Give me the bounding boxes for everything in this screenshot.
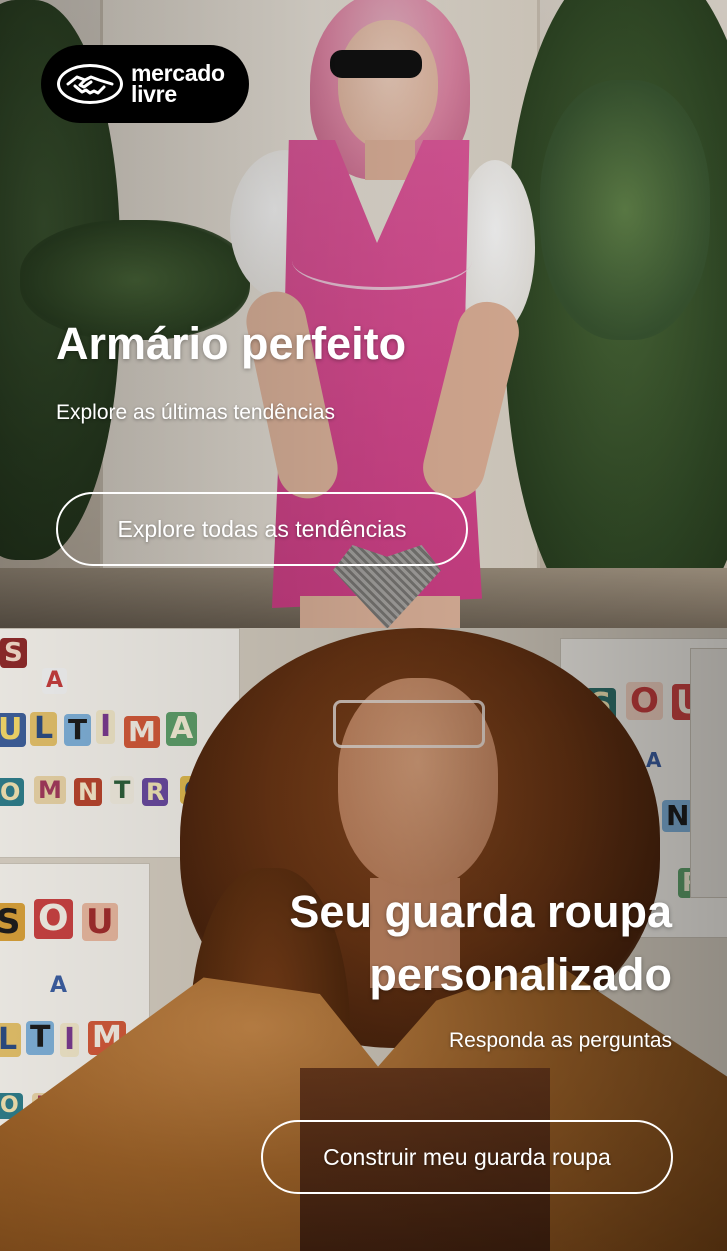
explore-trends-button[interactable]: Explore todas as tendências (56, 492, 468, 566)
logo-wordmark-line2: livre (131, 81, 177, 107)
logo-wordmark: mercado livre (131, 62, 225, 107)
banner-title-perfect-closet: Armário perfeito (56, 318, 407, 369)
banner-title-line1: Seu guarda roupa (289, 886, 672, 937)
banner-subtitle-trends: Explore as últimas tendências (56, 401, 335, 424)
banner-title-line2: personalizado (369, 949, 672, 1000)
banner-subtitle-questions: Responda as perguntas (449, 1029, 672, 1052)
banner-title-personalized-wardrobe: Seu guarda roupa personalizado (192, 880, 672, 1006)
handshake-icon (57, 64, 123, 104)
build-wardrobe-button[interactable]: Construir meu guarda roupa (261, 1120, 673, 1194)
handshake-icon-glyph (66, 75, 114, 95)
mercado-livre-logo[interactable]: mercado livre (41, 45, 249, 123)
